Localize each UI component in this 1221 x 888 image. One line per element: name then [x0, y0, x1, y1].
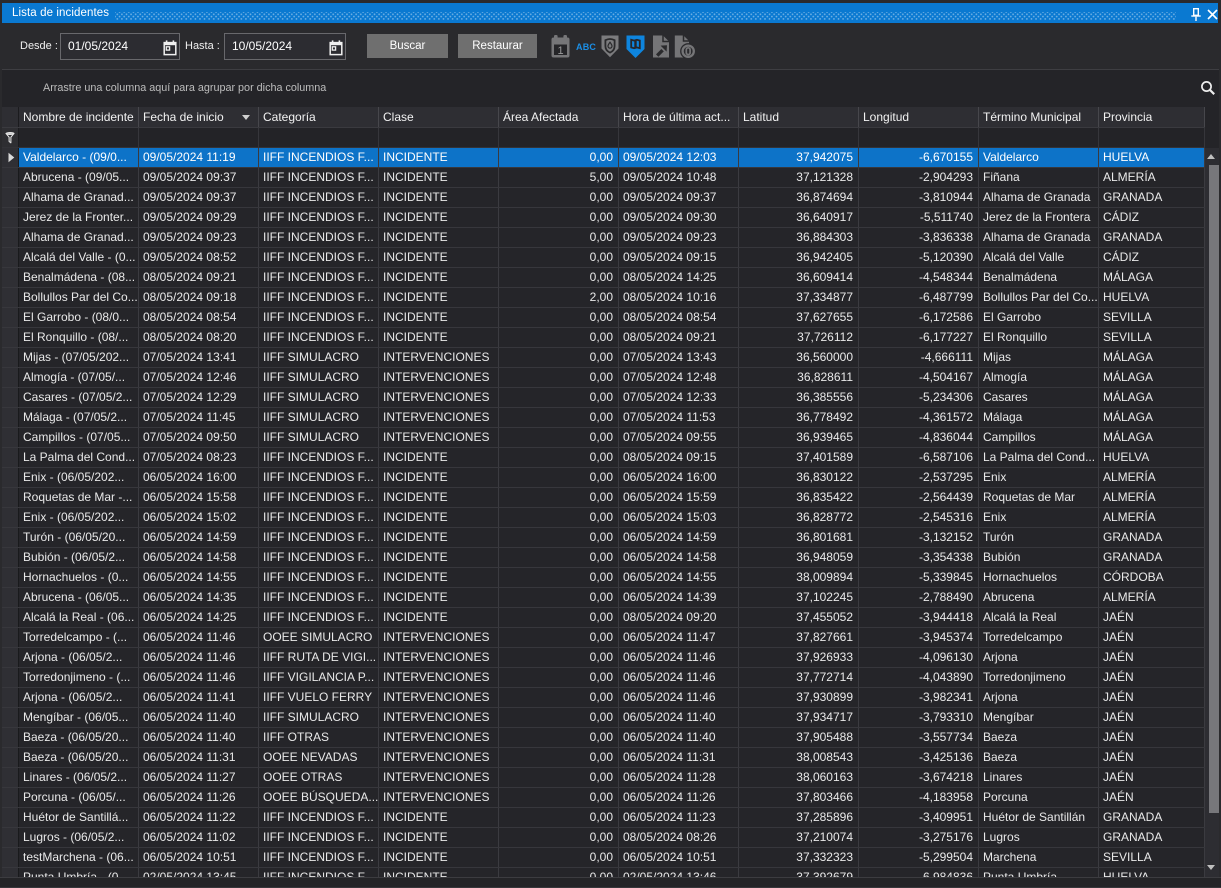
- svg-text:1: 1: [557, 45, 563, 57]
